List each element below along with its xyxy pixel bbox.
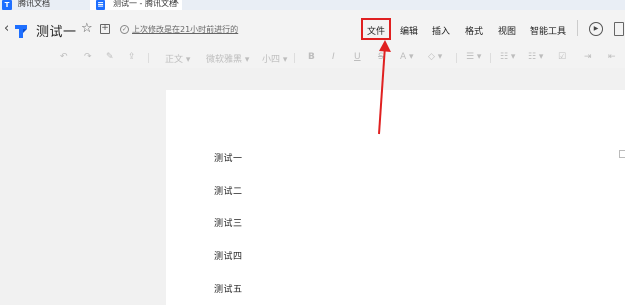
document-header: ‹ 测试一 ☆ + ✓ 上次修改是在21小时前进行的 文件 编辑 插入 格式 视…	[0, 10, 625, 48]
menu-edit[interactable]: 编辑	[400, 24, 418, 37]
numbered-list-icon[interactable]: ☷ ▾	[528, 52, 543, 62]
save-status[interactable]: 上次修改是在21小时前进行的	[132, 24, 238, 35]
text-color-label: A	[400, 52, 407, 62]
clear-format-icon[interactable]: ⇪	[128, 52, 136, 62]
toolbar-divider	[294, 53, 295, 63]
document-line[interactable]: 测试二	[214, 184, 243, 197]
checklist-icon[interactable]: ☑	[558, 52, 566, 62]
window-tab-bar: T 腾讯文档 ≡ 测试一 - 腾讯文档 ×	[0, 0, 625, 10]
font-family-value: 微软雅黑	[206, 55, 243, 65]
document-line[interactable]: 测试四	[214, 249, 243, 262]
back-icon[interactable]: ‹	[4, 22, 9, 35]
font-family-select[interactable]: 微软雅黑 ▾	[206, 52, 249, 65]
undo-icon[interactable]: ↶	[60, 52, 68, 62]
redo-icon[interactable]: ↷	[84, 52, 92, 62]
toolbar-divider	[456, 53, 457, 63]
toolbar-divider	[148, 53, 149, 63]
menu-format[interactable]: 格式	[465, 24, 483, 37]
underline-button[interactable]: U	[354, 52, 361, 62]
menu-view[interactable]: 视图	[498, 24, 516, 37]
align-icon[interactable]: ☰ ▾	[466, 52, 481, 62]
italic-button[interactable]: I	[332, 52, 335, 62]
document-icon: ≡	[96, 0, 105, 10]
indent-icon[interactable]: ⇥	[584, 52, 592, 62]
outdent-icon[interactable]: ⇤	[608, 52, 616, 62]
highlight-box	[361, 18, 391, 40]
side-panel-handle[interactable]	[619, 150, 625, 158]
check-icon: ✓	[120, 25, 129, 34]
bold-button[interactable]: B	[308, 52, 315, 62]
font-size-select[interactable]: 小四 ▾	[262, 52, 287, 65]
tencent-docs-logo-icon[interactable]	[14, 23, 28, 39]
paragraph-style-select[interactable]: 正文 ▾	[165, 52, 190, 65]
document-title[interactable]: 测试一	[36, 21, 77, 40]
tencent-docs-logo-icon: T	[2, 0, 12, 10]
window-tab-document[interactable]: ≡ 测试一 - 腾讯文档 ×	[90, 0, 182, 10]
paragraph-style-value: 正文	[165, 55, 184, 65]
highlight-color-icon[interactable]: ◇ ▾	[428, 52, 442, 62]
play-icon[interactable]: ▶	[589, 22, 603, 36]
bullet-list-icon[interactable]: ☷ ▾	[500, 52, 515, 62]
toolbar-divider	[490, 53, 491, 63]
annotation-arrow	[378, 40, 391, 135]
document-line[interactable]: 测试五	[214, 282, 243, 295]
font-size-value: 小四	[262, 55, 281, 65]
panel-icon[interactable]	[614, 22, 624, 36]
header-divider	[577, 20, 578, 36]
menu-smart-tools[interactable]: 智能工具	[530, 24, 566, 37]
window-tab-home[interactable]: T 腾讯文档	[0, 0, 90, 10]
tab-title: 腾讯文档	[18, 0, 50, 8]
format-painter-icon[interactable]: ✎	[106, 52, 114, 62]
tab-title: 测试一 - 腾讯文档	[113, 0, 177, 8]
document-line[interactable]: 测试三	[214, 216, 243, 229]
format-toolbar: ↶ ↷ ✎ ⇪ 正文 ▾ 微软雅黑 ▾ 小四 ▾ B I U S A ▾ ◇ ▾…	[0, 48, 625, 68]
text-color-button[interactable]: A ▾	[400, 52, 414, 62]
add-to-folder-icon[interactable]: +	[100, 24, 110, 34]
close-icon[interactable]: ×	[172, 0, 180, 7]
menu-insert[interactable]: 插入	[432, 24, 450, 37]
star-icon[interactable]: ☆	[81, 21, 93, 36]
document-line[interactable]: 测试一	[214, 151, 243, 164]
